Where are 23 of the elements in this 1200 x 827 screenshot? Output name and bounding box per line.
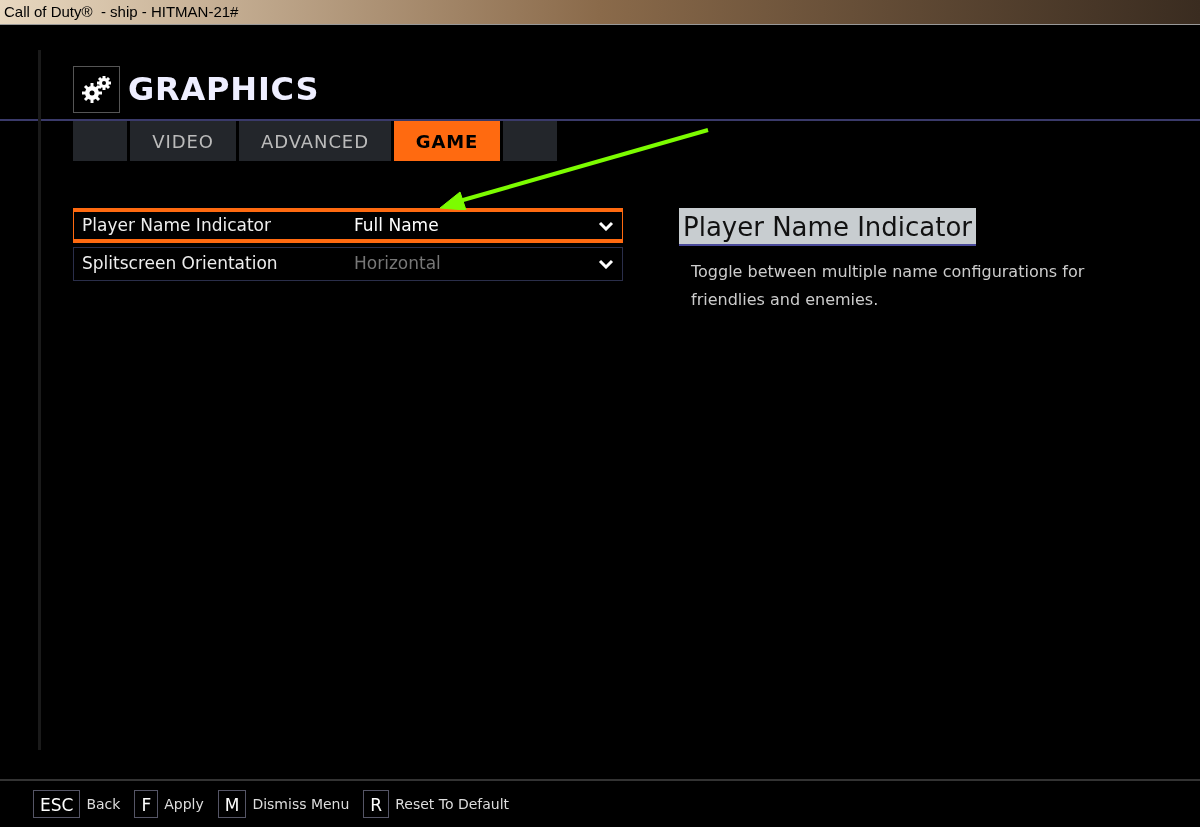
- footer-action[interactable]: Apply: [164, 793, 204, 815]
- details-description: Toggle between multiple name configurations for friendlies and enemies.: [691, 261, 1086, 311]
- footer-action[interactable]: Back: [86, 793, 121, 815]
- tab[interactable]: VIDEO: [130, 121, 236, 161]
- key-hint: M: [217, 790, 247, 818]
- key-hint: ESC: [33, 790, 81, 818]
- key-hint: F: [134, 790, 159, 818]
- footer-action[interactable]: Reset To Default: [395, 793, 510, 815]
- window-title: Call of Duty® - ship - HITMAN-21#: [4, 1, 239, 22]
- setting-value: Full Name: [354, 213, 440, 237]
- setting-row[interactable]: Player Name Indicator Full Name: [73, 208, 623, 243]
- setting-label: Splitscreen Orientation: [82, 252, 279, 276]
- chevron-down-icon: [598, 259, 614, 269]
- setting-label: Player Name Indicator: [82, 213, 272, 237]
- chevron-down-icon: [598, 220, 614, 231]
- tab[interactable]: ADVANCED: [239, 121, 391, 161]
- gears-icon: [73, 65, 120, 113]
- tab[interactable]: GAME: [394, 121, 500, 161]
- setting-value: Horizontal: [354, 252, 442, 276]
- page-title: GRAPHICS: [128, 69, 320, 110]
- footer-action[interactable]: Dismiss Menu: [252, 793, 350, 815]
- key-hint: R: [363, 790, 390, 818]
- details-title: Player Name Indicator: [679, 208, 977, 246]
